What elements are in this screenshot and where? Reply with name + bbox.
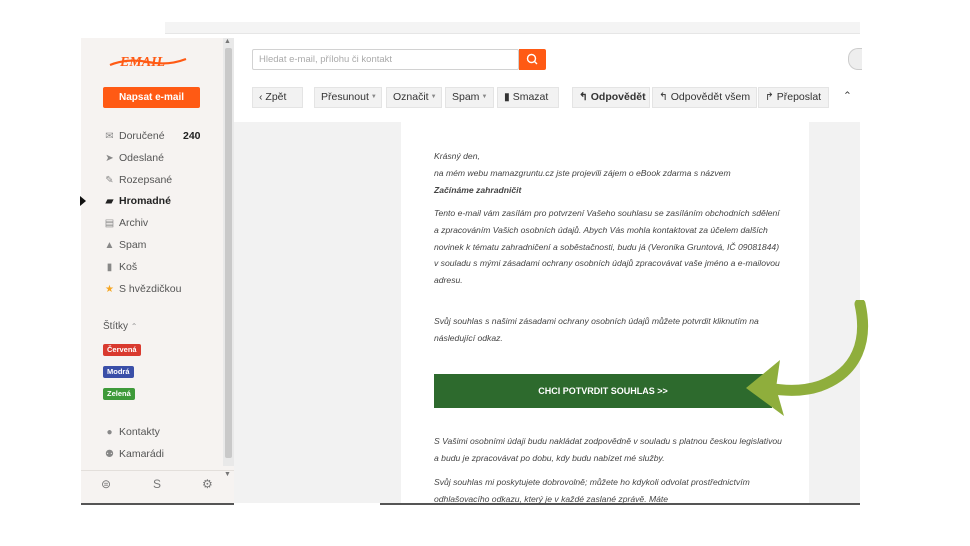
caret-down-icon: ▼ xyxy=(430,94,437,100)
folder-label: Odeslané xyxy=(119,152,164,164)
send-icon: ➤ xyxy=(105,152,114,164)
forward-icon: ↱ xyxy=(765,91,774,103)
email-paragraph: S Vašimi osobními údaji budu nakládat zo… xyxy=(434,436,782,463)
email-greeting: Krásný den, xyxy=(434,151,480,161)
caret-down-icon: ▼ xyxy=(370,94,377,100)
sidebar-scrollbar[interactable]: ▲ ▼ xyxy=(223,38,234,478)
folder-spam[interactable]: ▲ Spam xyxy=(103,237,147,253)
seznam-icon[interactable]: S xyxy=(153,477,161,491)
move-label: Přesunout xyxy=(321,91,369,103)
reply-button[interactable]: ↰ Odpovědět xyxy=(572,87,650,108)
chevron-up-icon: ⌃ xyxy=(130,322,138,331)
folder-label: Doručené xyxy=(119,130,165,142)
chevron-up-icon: ⌃ xyxy=(843,90,852,102)
folder-label: S hvězdičkou xyxy=(119,283,182,295)
folder-label: Koš xyxy=(119,261,138,273)
contacts-link[interactable]: ● Kontakty xyxy=(103,424,160,440)
back-label: Zpět xyxy=(265,91,287,103)
confirm-consent-button[interactable]: CHCI POTVRDIT SOUHLAS >> xyxy=(434,374,772,408)
folder-inbox[interactable]: ✉ Doručené 240 xyxy=(103,128,200,144)
email-ebook-title: Začínáme zahradničit xyxy=(434,185,522,195)
friends-icon: ⚉ xyxy=(105,448,114,460)
move-button[interactable]: Přesunout ▼ xyxy=(314,87,382,108)
avatar[interactable] xyxy=(848,48,862,70)
folder-drafts[interactable]: ✎ Rozepsané xyxy=(103,172,172,188)
mark-label: Označit xyxy=(393,91,429,103)
labels-heading[interactable]: Štítky ⌃ xyxy=(103,321,138,332)
bulk-icon: ▰ xyxy=(105,195,114,207)
reply-icon: ↰ xyxy=(579,91,588,103)
collapse-button[interactable]: ⌃ xyxy=(840,87,860,108)
inbox-icon: ✉ xyxy=(105,130,114,142)
delete-button[interactable]: ▮ Smazat xyxy=(497,87,559,108)
delete-label: Smazat xyxy=(512,91,549,103)
curved-arrow-icon xyxy=(746,300,869,416)
folder-starred[interactable]: ★ S hvězdičkou xyxy=(103,281,181,297)
back-button[interactable]: ‹ Zpět xyxy=(252,87,303,108)
email-paragraph: Svůj souhlas s našimi zásadami ochrany o… xyxy=(434,316,759,343)
star-icon: ★ xyxy=(105,283,114,295)
caret-down-icon: ▼ xyxy=(481,94,488,100)
scrollbar-thumb[interactable] xyxy=(225,48,232,458)
app-icon[interactable]: ⊜ xyxy=(101,477,111,491)
email-line1: na mém webu mamazgruntu.cz jste projevil… xyxy=(434,168,731,178)
reply-all-label: Odpovědět všem xyxy=(670,91,751,103)
folder-sent[interactable]: ➤ Odeslané xyxy=(103,150,164,166)
trash-icon: ▮ xyxy=(106,261,113,273)
folder-bulk[interactable]: ▰ Hromadné xyxy=(103,193,171,209)
reply-label: Odpovědět xyxy=(590,91,646,103)
tag-red[interactable]: Červená xyxy=(103,344,141,356)
active-folder-marker xyxy=(80,196,86,206)
search-input[interactable]: Hledat e-mail, přílohu či kontakt xyxy=(252,49,519,70)
mark-button[interactable]: Označit ▼ xyxy=(386,87,442,108)
draft-icon: ✎ xyxy=(105,174,114,186)
forward-label: Přeposlat xyxy=(776,91,822,103)
spam-button[interactable]: Spam ▼ xyxy=(445,87,494,108)
email-paragraph: Tento e-mail vám zasílám pro potvrzení V… xyxy=(434,208,780,286)
email-logo[interactable]: EMAIL xyxy=(108,50,188,74)
search-button[interactable] xyxy=(519,49,546,70)
folder-label: Spam xyxy=(119,239,147,251)
forward-button[interactable]: ↱ Přeposlat xyxy=(758,87,829,108)
reply-all-button[interactable]: ↰ Odpovědět všem xyxy=(652,87,757,108)
browser-tab-strip xyxy=(165,22,860,34)
chevron-left-icon: ‹ xyxy=(259,91,263,103)
folder-label: Hromadné xyxy=(119,195,171,207)
logo-text: EMAIL xyxy=(119,55,165,70)
divider xyxy=(81,503,234,505)
email-paragraph: Svůj souhlas mi poskytujete dobrovolně; … xyxy=(434,477,750,503)
settings-icon[interactable]: ⚙ xyxy=(202,477,213,491)
folder-archive[interactable]: ▤ Archiv xyxy=(103,215,148,231)
friends-label: Kamarádi xyxy=(119,448,164,460)
archive-icon: ▤ xyxy=(104,217,115,229)
reply-all-icon: ↰ xyxy=(659,91,668,103)
unread-count: 240 xyxy=(183,130,201,142)
contact-icon: ● xyxy=(106,426,113,438)
folder-label: Archiv xyxy=(119,217,149,229)
tag-blue[interactable]: Modrá xyxy=(103,366,134,378)
scroll-up-icon[interactable]: ▲ xyxy=(224,38,231,45)
contacts-label: Kontakty xyxy=(119,426,160,438)
divider xyxy=(380,503,860,505)
warning-icon: ▲ xyxy=(104,239,115,251)
trash-icon: ▮ xyxy=(504,91,510,103)
spam-label: Spam xyxy=(452,91,480,103)
friends-link[interactable]: ⚉ Kamarádi xyxy=(103,446,164,462)
folder-trash[interactable]: ▮ Koš xyxy=(103,259,137,275)
compose-button[interactable]: Napsat e-mail xyxy=(103,87,200,108)
folder-label: Rozepsané xyxy=(119,174,173,186)
tag-green[interactable]: Zelená xyxy=(103,388,135,400)
search-icon xyxy=(526,53,538,65)
labels-heading-text: Štítky xyxy=(103,321,129,332)
